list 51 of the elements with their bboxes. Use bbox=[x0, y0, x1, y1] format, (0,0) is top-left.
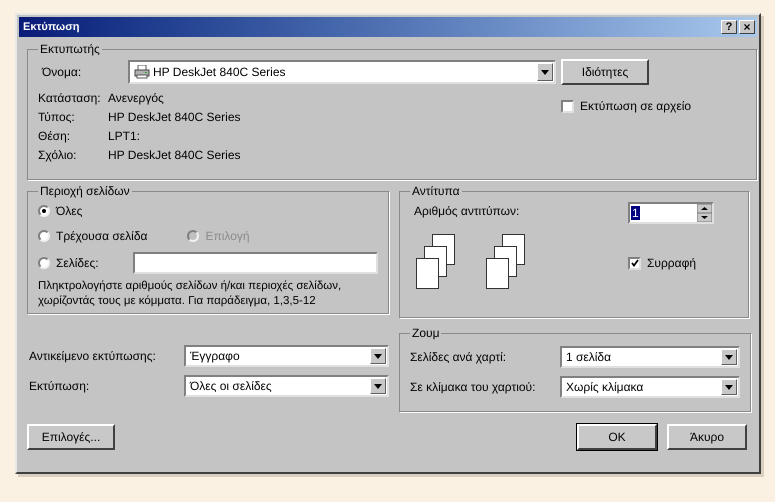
radio-label: Όλες bbox=[56, 203, 82, 220]
checkbox-label: Συρραφή bbox=[647, 255, 696, 272]
zoom-dropdown[interactable]: Χωρίς κλίμακα bbox=[560, 376, 740, 398]
printer-icon bbox=[134, 65, 150, 79]
group-title: Ζουμ bbox=[411, 325, 440, 342]
radio-label: Σελίδες: bbox=[56, 255, 99, 272]
detail-label: Κατάσταση: bbox=[38, 90, 102, 106]
detail-label: Σχόλιο: bbox=[38, 146, 78, 164]
properties-button[interactable]: Ιδιότητες bbox=[561, 59, 649, 85]
caret-icon bbox=[370, 348, 386, 364]
checkbox[interactable] bbox=[628, 256, 641, 270]
group-title: Περιοχή σελίδων bbox=[39, 183, 131, 200]
cancel-button[interactable]: Άκυρο bbox=[667, 424, 747, 450]
detail-value: LPT1: bbox=[108, 128, 140, 144]
options-button[interactable]: Επιλογές... bbox=[27, 424, 115, 450]
print-dropdown[interactable]: Έγγραφο bbox=[184, 345, 389, 367]
ok-button[interactable]: OK bbox=[577, 424, 657, 450]
detail-value: HP DeskJet 840C Series bbox=[108, 108, 241, 126]
print-dropdown[interactable]: Όλες οι σελίδες bbox=[184, 375, 389, 397]
group-title: Εκτυπωτής bbox=[39, 41, 101, 58]
printer-dropdown[interactable]: HP DeskJet 840C Series bbox=[128, 60, 556, 84]
caret-icon bbox=[721, 349, 737, 365]
hint-text: Πληκτρολογήστε αριθμούς σελίδων ή/και περιοχές σελίδων, χωρίζοντάς τους με κόμματα. Για παράδειγμα, 1,3,5-12 bbox=[38, 279, 342, 309]
caret-icon bbox=[537, 63, 553, 81]
detail-label: Θέση: bbox=[38, 128, 72, 144]
copies-spinner-field[interactable]: 1 bbox=[628, 202, 714, 224]
checkbox-label: Εκτύπωση σε αρχείο bbox=[580, 98, 692, 115]
detail-value: HP DeskJet 840C Series bbox=[108, 146, 241, 164]
radio-button[interactable] bbox=[38, 230, 50, 242]
field-label: Αριθμός αντιτύπων: bbox=[414, 203, 520, 220]
checkbox[interactable] bbox=[561, 100, 574, 112]
field-label: Εκτύπωση: bbox=[29, 378, 90, 395]
field-label: Αντικείμενο εκτύπωσης: bbox=[29, 348, 157, 365]
caret-icon bbox=[721, 379, 737, 395]
group-title: Αντίτυπα bbox=[411, 183, 461, 200]
window-title: Εκτύπωση bbox=[23, 20, 80, 35]
radio-label: Τρέχουσα σελίδα bbox=[56, 228, 148, 245]
field-label: Σελίδες ανά χαρτί: bbox=[410, 349, 508, 366]
field-label: Σε κλίμακα του χαρτιού: bbox=[410, 379, 536, 396]
detail-value: Ανενεργός bbox=[108, 90, 164, 106]
radio-button[interactable] bbox=[38, 257, 50, 269]
pages-input-field[interactable] bbox=[133, 252, 378, 274]
field-label: Όνομα: bbox=[40, 64, 82, 81]
help-button[interactable]: ? bbox=[721, 20, 737, 34]
detail-label: Τύπος: bbox=[38, 108, 76, 126]
spinner-arrows-icon bbox=[697, 204, 712, 222]
close-button[interactable]: × bbox=[739, 20, 755, 34]
caret-icon bbox=[370, 378, 386, 394]
radio-button[interactable] bbox=[38, 205, 50, 217]
zoom-dropdown[interactable]: 1 σελίδα bbox=[560, 346, 740, 368]
radio-label: Επιλογή bbox=[205, 228, 250, 245]
